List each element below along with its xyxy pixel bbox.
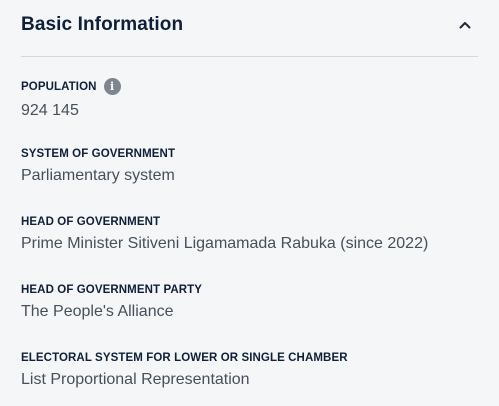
field-label: SYSTEM OF GOVERNMENT [21, 148, 176, 160]
section-title: Basic Information [21, 14, 184, 35]
field-system-of-government: SYSTEM OF GOVERNMENT Parliamentary syste… [21, 148, 175, 185]
field-value: 924 145 [21, 102, 79, 119]
chevron-up-icon [459, 22, 471, 29]
collapse-toggle-button[interactable] [454, 14, 476, 36]
field-label: HEAD OF GOVERNMENT PARTY [21, 284, 203, 296]
field-value: Prime Minister Sitiveni Ligamamada Rabuk… [21, 235, 429, 252]
field-head-of-government-party: HEAD OF GOVERNMENT PARTY The People's Al… [21, 284, 202, 321]
info-icon[interactable]: i [103, 78, 121, 95]
basic-information-panel: Basic Information POPULATION i 924 145 S… [0, 0, 499, 406]
field-value: List Proportional Representation [21, 371, 250, 388]
field-value: The People's Alliance [21, 303, 174, 320]
field-value: Parliamentary system [21, 167, 175, 184]
field-label: ELECTORAL SYSTEM FOR LOWER OR SINGLE CHA… [21, 352, 348, 364]
field-label: POPULATION [21, 80, 97, 93]
field-population: POPULATION i 924 145 [21, 78, 121, 120]
field-electoral-system: ELECTORAL SYSTEM FOR LOWER OR SINGLE CHA… [21, 352, 348, 389]
section-header[interactable]: Basic Information [21, 0, 478, 57]
field-head-of-government: HEAD OF GOVERNMENT Prime Minister Sitive… [21, 216, 428, 253]
field-label: HEAD OF GOVERNMENT [21, 216, 161, 228]
